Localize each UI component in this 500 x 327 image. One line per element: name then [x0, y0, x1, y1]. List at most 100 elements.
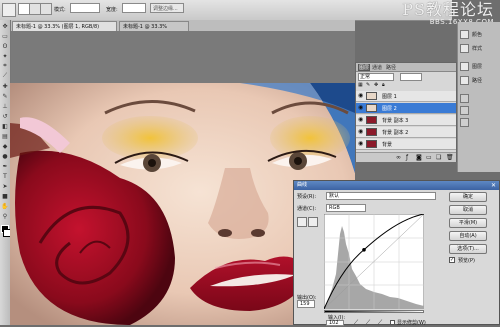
subtract-selection-icon[interactable]	[40, 3, 52, 15]
blur-tool-icon[interactable]: ◆	[1, 142, 9, 150]
zoom-tool-icon[interactable]: ⚲	[1, 212, 9, 220]
tab-document-1[interactable]: 未标题-1 @ 33.3% (图层 1, RGB/8)	[12, 21, 117, 31]
move-tool-icon[interactable]: ✥	[1, 22, 9, 30]
layer-name: 背景 副本 3	[382, 118, 409, 124]
dock-item-color[interactable]: 颜色	[472, 31, 482, 38]
visibility-eye-icon[interactable]: ◉	[358, 117, 364, 123]
history-icon[interactable]	[460, 118, 469, 127]
type-tool-icon[interactable]: T	[1, 172, 9, 180]
preset-label: 预设(R):	[297, 194, 317, 200]
crop-tool-icon[interactable]: ⌗	[1, 62, 9, 70]
gradient-tool-icon[interactable]: ▤	[1, 132, 9, 140]
layer-name: 背景 副本 2	[382, 130, 409, 136]
link-layers-icon[interactable]: ∞	[396, 154, 401, 161]
new-group-icon[interactable]: ▭	[426, 154, 432, 161]
white-eyedropper-icon[interactable]: ⟋	[378, 319, 382, 327]
layer-list: ◉ 图层 1 ◉ 图层 2 ◉ 背景 副本 3 ◉ 背景 副本 2 ◉ 背景	[356, 91, 456, 151]
history-brush-tool-icon[interactable]: ↺	[1, 112, 9, 120]
input-field[interactable]: 102	[326, 320, 344, 326]
lock-icons-row[interactable]: ▦ ✎ ✥ 🔒︎	[358, 82, 418, 89]
visibility-eye-icon[interactable]: ◉	[358, 105, 364, 111]
auto-button[interactable]: 自动(A)	[449, 231, 487, 241]
marquee-tool-icon[interactable]: ▭	[1, 32, 9, 40]
layer-row[interactable]: ◉ 背景 副本 2	[356, 127, 456, 138]
channel-select[interactable]: RGB	[326, 204, 366, 212]
layer-row[interactable]: ◉ 背景 副本 3	[356, 115, 456, 126]
pen-tool-icon[interactable]: ✒	[1, 162, 9, 170]
mode-label: 模式:	[54, 7, 66, 13]
layer-row[interactable]: ◉ 背景	[356, 139, 456, 150]
input-gradient-bar	[324, 310, 424, 313]
dodge-tool-icon[interactable]: ●	[1, 152, 9, 160]
tab-layers[interactable]: 图层	[358, 64, 371, 71]
healing-brush-tool-icon[interactable]: ✚	[1, 82, 9, 90]
lock-position-icon[interactable]: ✥	[374, 82, 378, 88]
dock-item-styles[interactable]: 样式	[472, 45, 482, 52]
cancel-button[interactable]: 取消	[449, 205, 487, 215]
delete-layer-icon[interactable]: 🗑︎	[446, 154, 454, 161]
layer-thumbnail	[366, 140, 377, 148]
layers-panel: 图层 通道 路径 正常 ▦ ✎ ✥ 🔒︎ ◉ 图层 1 ◉ 图层 2 ◉ 背景 副本 3 ◉…	[355, 62, 457, 162]
preview-label: 预览(P)	[458, 258, 475, 264]
adjust-icon[interactable]	[460, 94, 469, 103]
layer-row[interactable]: ◉ 图层 2	[356, 103, 456, 114]
opacity-field[interactable]	[400, 73, 422, 81]
layer-name: 图层 2	[382, 106, 397, 112]
brush-tool-icon[interactable]: ✎	[1, 92, 9, 100]
preview-checkbox[interactable]: ✓	[449, 257, 455, 263]
layers-panel-icon[interactable]	[460, 62, 469, 71]
add-mask-icon[interactable]: ◙	[416, 154, 422, 161]
lasso-tool-preset-icon[interactable]	[2, 3, 16, 17]
hand-tool-icon[interactable]: ✋	[1, 202, 9, 210]
shape-tool-icon[interactable]: ■	[1, 192, 9, 200]
mode-select[interactable]	[70, 3, 100, 13]
eyedropper-tool-icon[interactable]: ⟋	[1, 72, 9, 80]
curve-point-tool-icon[interactable]	[297, 217, 307, 227]
tab-channels[interactable]: 通道	[372, 64, 382, 71]
lock-pixels-icon[interactable]: ✎	[366, 82, 370, 88]
show-clipping-checkbox[interactable]	[390, 320, 395, 325]
visibility-eye-icon[interactable]: ◉	[358, 141, 364, 147]
curves-dialog: 曲线 ✕ 预设(R): 默认 通道(C): RGB 输出(O): 159 输入(…	[293, 180, 500, 327]
eraser-tool-icon[interactable]: ◧	[1, 122, 9, 130]
blend-mode-select[interactable]: 正常	[358, 73, 394, 81]
styles-panel-icon[interactable]	[460, 44, 469, 53]
paths-panel-icon[interactable]	[460, 76, 469, 85]
ok-button[interactable]: 确定	[449, 192, 487, 202]
lock-transparent-icon[interactable]: ▦	[358, 82, 363, 88]
visibility-eye-icon[interactable]: ◉	[358, 93, 364, 99]
color-panel-icon[interactable]	[460, 30, 469, 39]
magic-wand-tool-icon[interactable]: ✦	[1, 52, 9, 60]
watermark-title: PS教程论坛	[402, 0, 494, 19]
preset-select[interactable]: 默认	[326, 192, 436, 200]
new-layer-icon[interactable]: ❏	[436, 154, 441, 161]
options-button[interactable]: 选项(T)...	[449, 244, 487, 254]
mask-icon[interactable]	[460, 106, 469, 115]
dock-item-paths[interactable]: 路径	[472, 77, 482, 84]
visibility-eye-icon[interactable]: ◉	[358, 129, 364, 135]
add-style-icon[interactable]: ƒ	[406, 154, 408, 161]
lock-all-icon[interactable]: 🔒︎	[382, 82, 385, 88]
layers-panel-tabs: 图层 通道 路径	[356, 63, 456, 72]
layer-name: 背景	[382, 142, 393, 148]
output-field[interactable]: 159	[297, 300, 315, 308]
channel-label: 通道(C):	[297, 206, 317, 212]
curves-title: 曲线	[297, 182, 308, 188]
black-eyedropper-icon[interactable]: ⟋	[354, 319, 358, 327]
width-field[interactable]	[122, 3, 146, 13]
layer-row[interactable]: ◉ 图层 1	[356, 91, 456, 102]
tab-paths[interactable]: 路径	[386, 64, 396, 71]
tab-document-2[interactable]: 未标题-1 @ 33.3%	[119, 21, 189, 31]
dock-item-layers[interactable]: 图层	[472, 63, 482, 70]
path-selection-tool-icon[interactable]: ➤	[1, 182, 9, 190]
refine-edge-button[interactable]: 调整边缘...	[150, 3, 184, 13]
layer-thumbnail	[366, 116, 377, 124]
smooth-button[interactable]: 平滑(M)	[449, 218, 487, 228]
clone-stamp-tool-icon[interactable]: ⊥	[1, 102, 9, 110]
curve-graph[interactable]	[324, 214, 424, 309]
gray-eyedropper-icon[interactable]: ⟋	[366, 319, 370, 327]
close-icon[interactable]: ✕	[491, 181, 496, 190]
pencil-tool-icon[interactable]	[308, 217, 318, 227]
curve-control-point[interactable]	[362, 248, 366, 252]
lasso-tool-icon[interactable]: ʘ	[1, 42, 9, 50]
